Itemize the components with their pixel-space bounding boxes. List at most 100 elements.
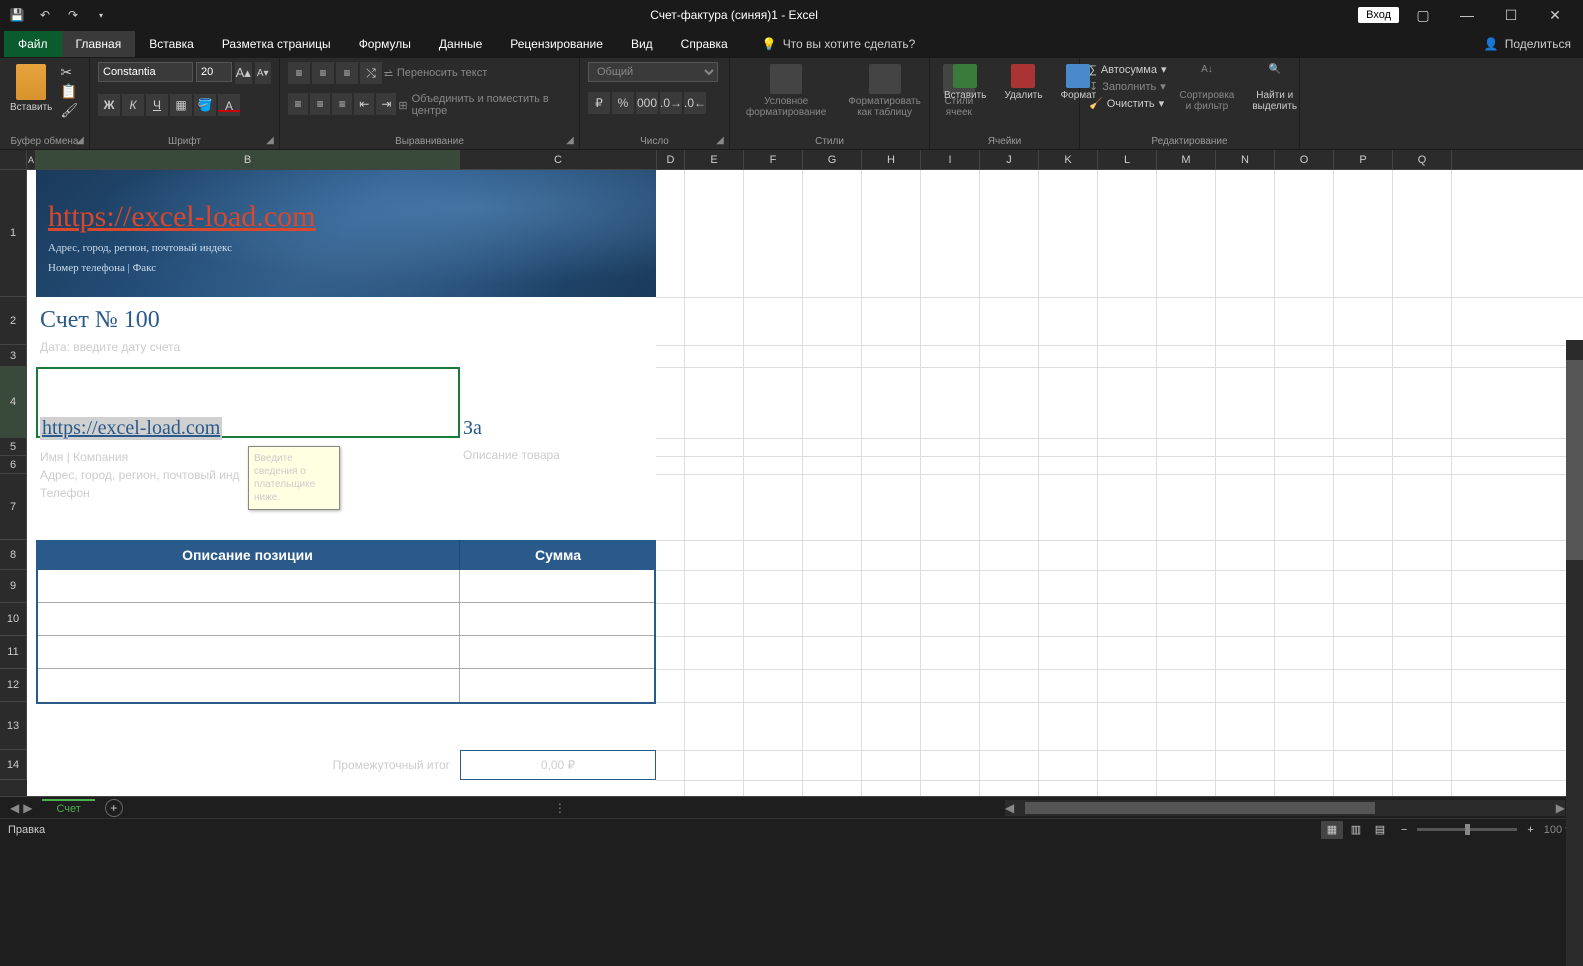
vertical-scrollbar[interactable] <box>1566 340 1583 966</box>
table-row[interactable] <box>38 669 654 702</box>
col-header-n[interactable]: N <box>1216 150 1275 169</box>
increase-font-icon[interactable]: A▴ <box>235 62 252 84</box>
align-bottom-icon[interactable]: ≡ <box>336 62 358 84</box>
row-header-5[interactable]: 5 <box>0 438 27 456</box>
col-header-i[interactable]: I <box>921 150 980 169</box>
col-header-q[interactable]: Q <box>1393 150 1452 169</box>
clipboard-dialog-launcher[interactable]: ◢ <box>73 133 87 147</box>
conditional-formatting-button[interactable]: Условное форматирование <box>738 62 834 145</box>
tab-home[interactable]: Главная <box>62 31 136 57</box>
row-header-13[interactable]: 13 <box>0 702 27 750</box>
col-header-a[interactable]: A <box>27 150 36 169</box>
align-top-icon[interactable]: ≡ <box>288 62 310 84</box>
font-name-select[interactable] <box>98 62 193 82</box>
login-button[interactable]: Вход <box>1358 7 1399 23</box>
row-header-10[interactable]: 10 <box>0 603 27 636</box>
bold-button[interactable]: Ж <box>98 94 120 116</box>
autosum-button[interactable]: ∑Автосумма ▾ <box>1088 62 1167 77</box>
row-header-14[interactable]: 14 <box>0 750 27 780</box>
ribbon-display-icon[interactable]: ▢ <box>1403 1 1443 29</box>
fill-button[interactable]: ↧Заполнить ▾ <box>1088 79 1167 94</box>
cell-b5[interactable]: Имя | Компания <box>40 448 240 466</box>
merge-center-button[interactable]: ⊞ Объединить и поместить в центре <box>398 93 571 117</box>
col-header-f[interactable]: F <box>744 150 803 169</box>
paste-button[interactable]: Вставить <box>8 62 54 145</box>
sheet-tab[interactable]: Счет <box>42 799 94 817</box>
alignment-dialog-launcher[interactable]: ◢ <box>563 133 577 147</box>
banner-title-link[interactable]: https://excel-load.com <box>48 200 644 234</box>
row-header-1[interactable]: 1 <box>0 170 27 297</box>
copy-icon[interactable]: 📋 <box>60 83 78 100</box>
row-header-3[interactable]: 3 <box>0 345 27 367</box>
save-icon[interactable]: 💾 <box>8 6 26 24</box>
delete-cells-button[interactable]: Удалить <box>998 62 1048 145</box>
align-center-icon[interactable]: ≡ <box>310 93 330 115</box>
orientation-icon[interactable]: ⤭ <box>360 62 382 84</box>
minimize-icon[interactable]: — <box>1447 1 1487 29</box>
find-select-button[interactable]: 🔍Найти и выделить <box>1246 62 1303 145</box>
col-header-k[interactable]: K <box>1039 150 1098 169</box>
tab-help[interactable]: Справка <box>667 31 742 57</box>
sheet-menu-icon[interactable]: ⋮ <box>554 801 566 815</box>
cell-b6[interactable]: Адрес, город, регион, почтовый инд <box>40 466 240 484</box>
col-header-h[interactable]: H <box>862 150 921 169</box>
cell-c5[interactable]: Описание товара <box>463 448 560 462</box>
format-as-table-button[interactable]: Форматировать как таблицу <box>840 62 929 145</box>
wrap-text-button[interactable]: ⥨ Переносить текст <box>384 62 487 84</box>
tab-data[interactable]: Данные <box>425 31 496 57</box>
increase-decimal-icon[interactable]: .0→ <box>660 92 682 114</box>
font-color-icon[interactable]: A <box>218 94 240 116</box>
undo-icon[interactable]: ↶ <box>36 6 54 24</box>
col-header-c[interactable]: C <box>460 150 657 169</box>
cell-c4[interactable]: За <box>463 417 482 440</box>
page-break-view-icon[interactable]: ▤ <box>1369 821 1391 839</box>
page-layout-view-icon[interactable]: ▥ <box>1345 821 1367 839</box>
accounting-format-icon[interactable]: ₽ <box>588 92 610 114</box>
align-left-icon[interactable]: ≡ <box>288 93 308 115</box>
sort-filter-button[interactable]: A↓Сортировка и фильтр <box>1173 62 1240 145</box>
zoom-slider[interactable] <box>1417 828 1517 831</box>
select-all-corner[interactable] <box>0 150 27 169</box>
col-header-p[interactable]: P <box>1334 150 1393 169</box>
row-header-6[interactable]: 6 <box>0 456 27 474</box>
row-header-4[interactable]: 4 <box>0 367 27 438</box>
tab-insert[interactable]: Вставка <box>135 31 208 57</box>
cell-b4[interactable]: https://excel-load.com <box>40 417 222 440</box>
increase-indent-icon[interactable]: ⇥ <box>376 93 396 115</box>
decrease-font-icon[interactable]: A▾ <box>255 62 272 84</box>
tab-layout[interactable]: Разметка страницы <box>208 31 345 57</box>
number-format-select[interactable]: Общий <box>588 62 718 82</box>
font-dialog-launcher[interactable]: ◢ <box>263 133 277 147</box>
qat-dropdown-icon[interactable]: ▾ <box>92 6 110 24</box>
sheet-nav-next-icon[interactable]: ▶ <box>23 801 32 815</box>
align-middle-icon[interactable]: ≡ <box>312 62 334 84</box>
tab-view[interactable]: Вид <box>617 31 667 57</box>
tell-me-search[interactable]: 💡 Что вы хотите сделать? <box>762 37 916 51</box>
table-row[interactable] <box>38 603 654 636</box>
italic-button[interactable]: К <box>122 94 144 116</box>
sheet-nav-prev-icon[interactable]: ◀ <box>10 801 19 815</box>
font-size-select[interactable] <box>196 62 232 82</box>
table-row[interactable] <box>38 636 654 669</box>
format-painter-icon[interactable]: 🖌 <box>60 102 78 119</box>
maximize-icon[interactable]: ☐ <box>1491 1 1531 29</box>
col-header-b[interactable]: B <box>36 150 460 169</box>
row-header-9[interactable]: 9 <box>0 570 27 603</box>
share-button[interactable]: 👤 Поделиться <box>1484 37 1571 51</box>
comma-format-icon[interactable]: 000 <box>636 92 658 114</box>
zoom-out-button[interactable]: − <box>1401 824 1407 836</box>
tab-review[interactable]: Рецензирование <box>496 31 617 57</box>
col-header-d[interactable]: D <box>657 150 685 169</box>
col-header-j[interactable]: J <box>980 150 1039 169</box>
col-header-m[interactable]: M <box>1157 150 1216 169</box>
col-header-o[interactable]: O <box>1275 150 1334 169</box>
row-header-11[interactable]: 11 <box>0 636 27 669</box>
add-sheet-button[interactable]: + <box>105 799 123 817</box>
th-description[interactable]: Описание позиции <box>36 540 460 570</box>
subtotal-value[interactable]: 0,00 ₽ <box>460 750 656 780</box>
row-header-8[interactable]: 8 <box>0 540 27 570</box>
row-header-12[interactable]: 12 <box>0 669 27 702</box>
horizontal-scrollbar[interactable]: ◀ ▶ <box>1005 800 1565 816</box>
clear-button[interactable]: 🧹Очистить ▾ <box>1088 96 1167 111</box>
col-header-e[interactable]: E <box>685 150 744 169</box>
